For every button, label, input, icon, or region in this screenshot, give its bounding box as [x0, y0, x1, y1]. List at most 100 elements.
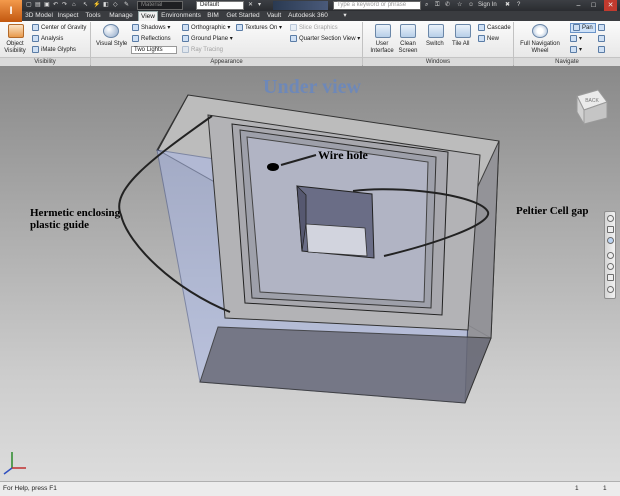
- switch-button[interactable]: Switch: [426, 41, 444, 48]
- maximize-icon[interactable]: □: [587, 0, 600, 11]
- properties-icon[interactable]: ◧: [103, 1, 109, 10]
- nav-look-at-icon[interactable]: [607, 263, 614, 270]
- ray-tracing-icon: [182, 46, 189, 53]
- graphics-viewport[interactable]: Under view Wire hole Hermetic enclosing …: [0, 66, 620, 481]
- sketch-icon[interactable]: ✎: [124, 1, 129, 10]
- visual-style-icon[interactable]: [103, 24, 119, 38]
- measure-icon[interactable]: ◇: [113, 1, 118, 10]
- reflections-label: Reflections: [141, 36, 171, 43]
- navigation-bar: [604, 211, 616, 299]
- status-help-text: For Help, press F1: [3, 485, 57, 492]
- quarter-section-view-button[interactable]: Quarter Section View ▾: [290, 35, 360, 43]
- nav-orbit-icon[interactable]: [607, 252, 614, 259]
- status-bar: For Help, press F1 1 1: [0, 481, 620, 496]
- zoom-all-button[interactable]: [598, 35, 607, 43]
- undo-icon[interactable]: ↶: [53, 1, 58, 10]
- object-visibility-button[interactable]: Object Visibility: [2, 41, 28, 55]
- analysis-button[interactable]: Analysis: [32, 35, 63, 43]
- tile-all-icon[interactable]: [455, 24, 471, 38]
- ground-plane-icon: [182, 35, 189, 42]
- axis-z-icon: [3, 467, 13, 475]
- tab-get-started[interactable]: Get Started: [224, 11, 262, 21]
- open-file-icon[interactable]: ▤: [35, 1, 41, 10]
- ground-plane-button[interactable]: Ground Plane ▾: [182, 35, 233, 43]
- zoom-button[interactable]: ▾: [570, 35, 582, 43]
- subscription-icon[interactable]: ⚿: [435, 1, 440, 10]
- nav-pan-icon[interactable]: [607, 226, 614, 233]
- tab-tools[interactable]: Tools: [82, 11, 104, 21]
- search-icon[interactable]: ⌕: [425, 1, 428, 10]
- navigation-wheel-icon[interactable]: [532, 24, 548, 38]
- object-visibility-icon[interactable]: [8, 24, 24, 38]
- ray-tracing-label: Ray Tracing: [191, 47, 224, 54]
- user-interface-button[interactable]: User Interface: [367, 41, 397, 55]
- save-icon[interactable]: ▣: [44, 1, 50, 10]
- redo-icon[interactable]: ↷: [62, 1, 67, 10]
- search-input[interactable]: Type a keyword or phrase: [333, 1, 421, 10]
- ray-tracing-button[interactable]: Ray Tracing: [182, 46, 223, 54]
- shadows-icon: [132, 24, 139, 31]
- status-count-2: 1: [603, 485, 607, 492]
- pan-icon: [573, 24, 580, 31]
- material-dropdown[interactable]: Material: [137, 1, 183, 10]
- full-navigation-wheel-button[interactable]: Full Navigation Wheel: [518, 41, 562, 55]
- tab-view[interactable]: View: [138, 11, 158, 21]
- enclosure-bottom-face: [199, 326, 492, 404]
- pan-button[interactable]: Pan: [570, 23, 596, 34]
- tab-3d-model[interactable]: 3D Model: [24, 11, 54, 21]
- user-interface-icon[interactable]: [375, 24, 391, 38]
- document-title-area: [273, 1, 328, 10]
- clear-appearance-icon[interactable]: ✕: [248, 1, 253, 10]
- viewcube-label: BACK: [585, 98, 599, 104]
- tile-all-button[interactable]: Tile All: [452, 41, 469, 48]
- exchange-icon[interactable]: ✖: [505, 1, 510, 10]
- orbit-button[interactable]: ▾: [570, 46, 582, 54]
- color-override-icon[interactable]: ▾: [258, 1, 261, 10]
- imate-glyphs-button[interactable]: iMate Glyphs: [32, 46, 76, 54]
- peltier-gap-floor: [305, 223, 368, 257]
- close-icon[interactable]: ✕: [604, 0, 617, 11]
- clean-screen-icon[interactable]: [400, 24, 416, 38]
- application-menu-button[interactable]: I: [0, 0, 22, 22]
- orthographic-button[interactable]: Orthographic ▾: [182, 24, 230, 32]
- nav-customize-icon[interactable]: [607, 286, 614, 293]
- analysis-label: Analysis: [41, 36, 64, 43]
- communication-icon[interactable]: ✆: [445, 1, 450, 10]
- panel-label-visibility: Visibility: [0, 57, 90, 66]
- new-file-icon[interactable]: ▢: [26, 1, 32, 10]
- minimize-icon[interactable]: –: [572, 0, 585, 11]
- tab-manage[interactable]: Manage: [106, 11, 136, 21]
- lighting-style-dropdown[interactable]: Two Lights: [131, 46, 177, 54]
- new-window-button[interactable]: New: [478, 35, 499, 43]
- user-icon[interactable]: ☺: [468, 1, 474, 10]
- model-canvas[interactable]: Under view Wire hole Hermetic enclosing …: [0, 66, 620, 481]
- help-icon[interactable]: ?: [517, 1, 520, 10]
- visual-style-button[interactable]: Visual Style: [96, 41, 127, 48]
- favorites-icon[interactable]: ☆: [457, 1, 462, 10]
- update-icon[interactable]: ⚡: [93, 1, 100, 10]
- nav-zoom-icon[interactable]: [607, 237, 614, 244]
- ribbon-options-icon[interactable]: ▾: [340, 11, 350, 21]
- select-icon[interactable]: ↖: [83, 1, 88, 10]
- cascade-button[interactable]: Cascade: [478, 24, 511, 32]
- slice-graphics-button[interactable]: Slice Graphics: [290, 24, 338, 32]
- sign-in-link[interactable]: Sign In: [478, 1, 497, 10]
- steering-wheel-icon[interactable]: [607, 215, 614, 222]
- tab-environments[interactable]: Environments: [160, 11, 202, 21]
- switch-icon[interactable]: [428, 24, 444, 38]
- tab-autodesk-360[interactable]: Autodesk 360: [286, 11, 330, 21]
- tab-bim[interactable]: BIM: [204, 11, 222, 21]
- tab-vault[interactable]: Vault: [264, 11, 284, 21]
- textures-on-button[interactable]: Textures On ▾: [236, 24, 282, 32]
- appearance-dropdown[interactable]: Default: [196, 1, 244, 10]
- tab-inspect[interactable]: Inspect: [56, 11, 80, 21]
- view-face-button[interactable]: [598, 46, 607, 54]
- wire-hole-label: Wire hole: [318, 148, 369, 162]
- look-at-button[interactable]: [598, 24, 607, 32]
- shadows-button[interactable]: Shadows ▾: [132, 24, 170, 32]
- clean-screen-button[interactable]: Clean Screen: [397, 41, 419, 55]
- reflections-button[interactable]: Reflections: [132, 35, 171, 43]
- nav-zoom-window-icon[interactable]: [607, 274, 614, 281]
- home-icon[interactable]: ⌂: [72, 1, 76, 10]
- center-of-gravity-button[interactable]: Center of Gravity: [32, 24, 86, 32]
